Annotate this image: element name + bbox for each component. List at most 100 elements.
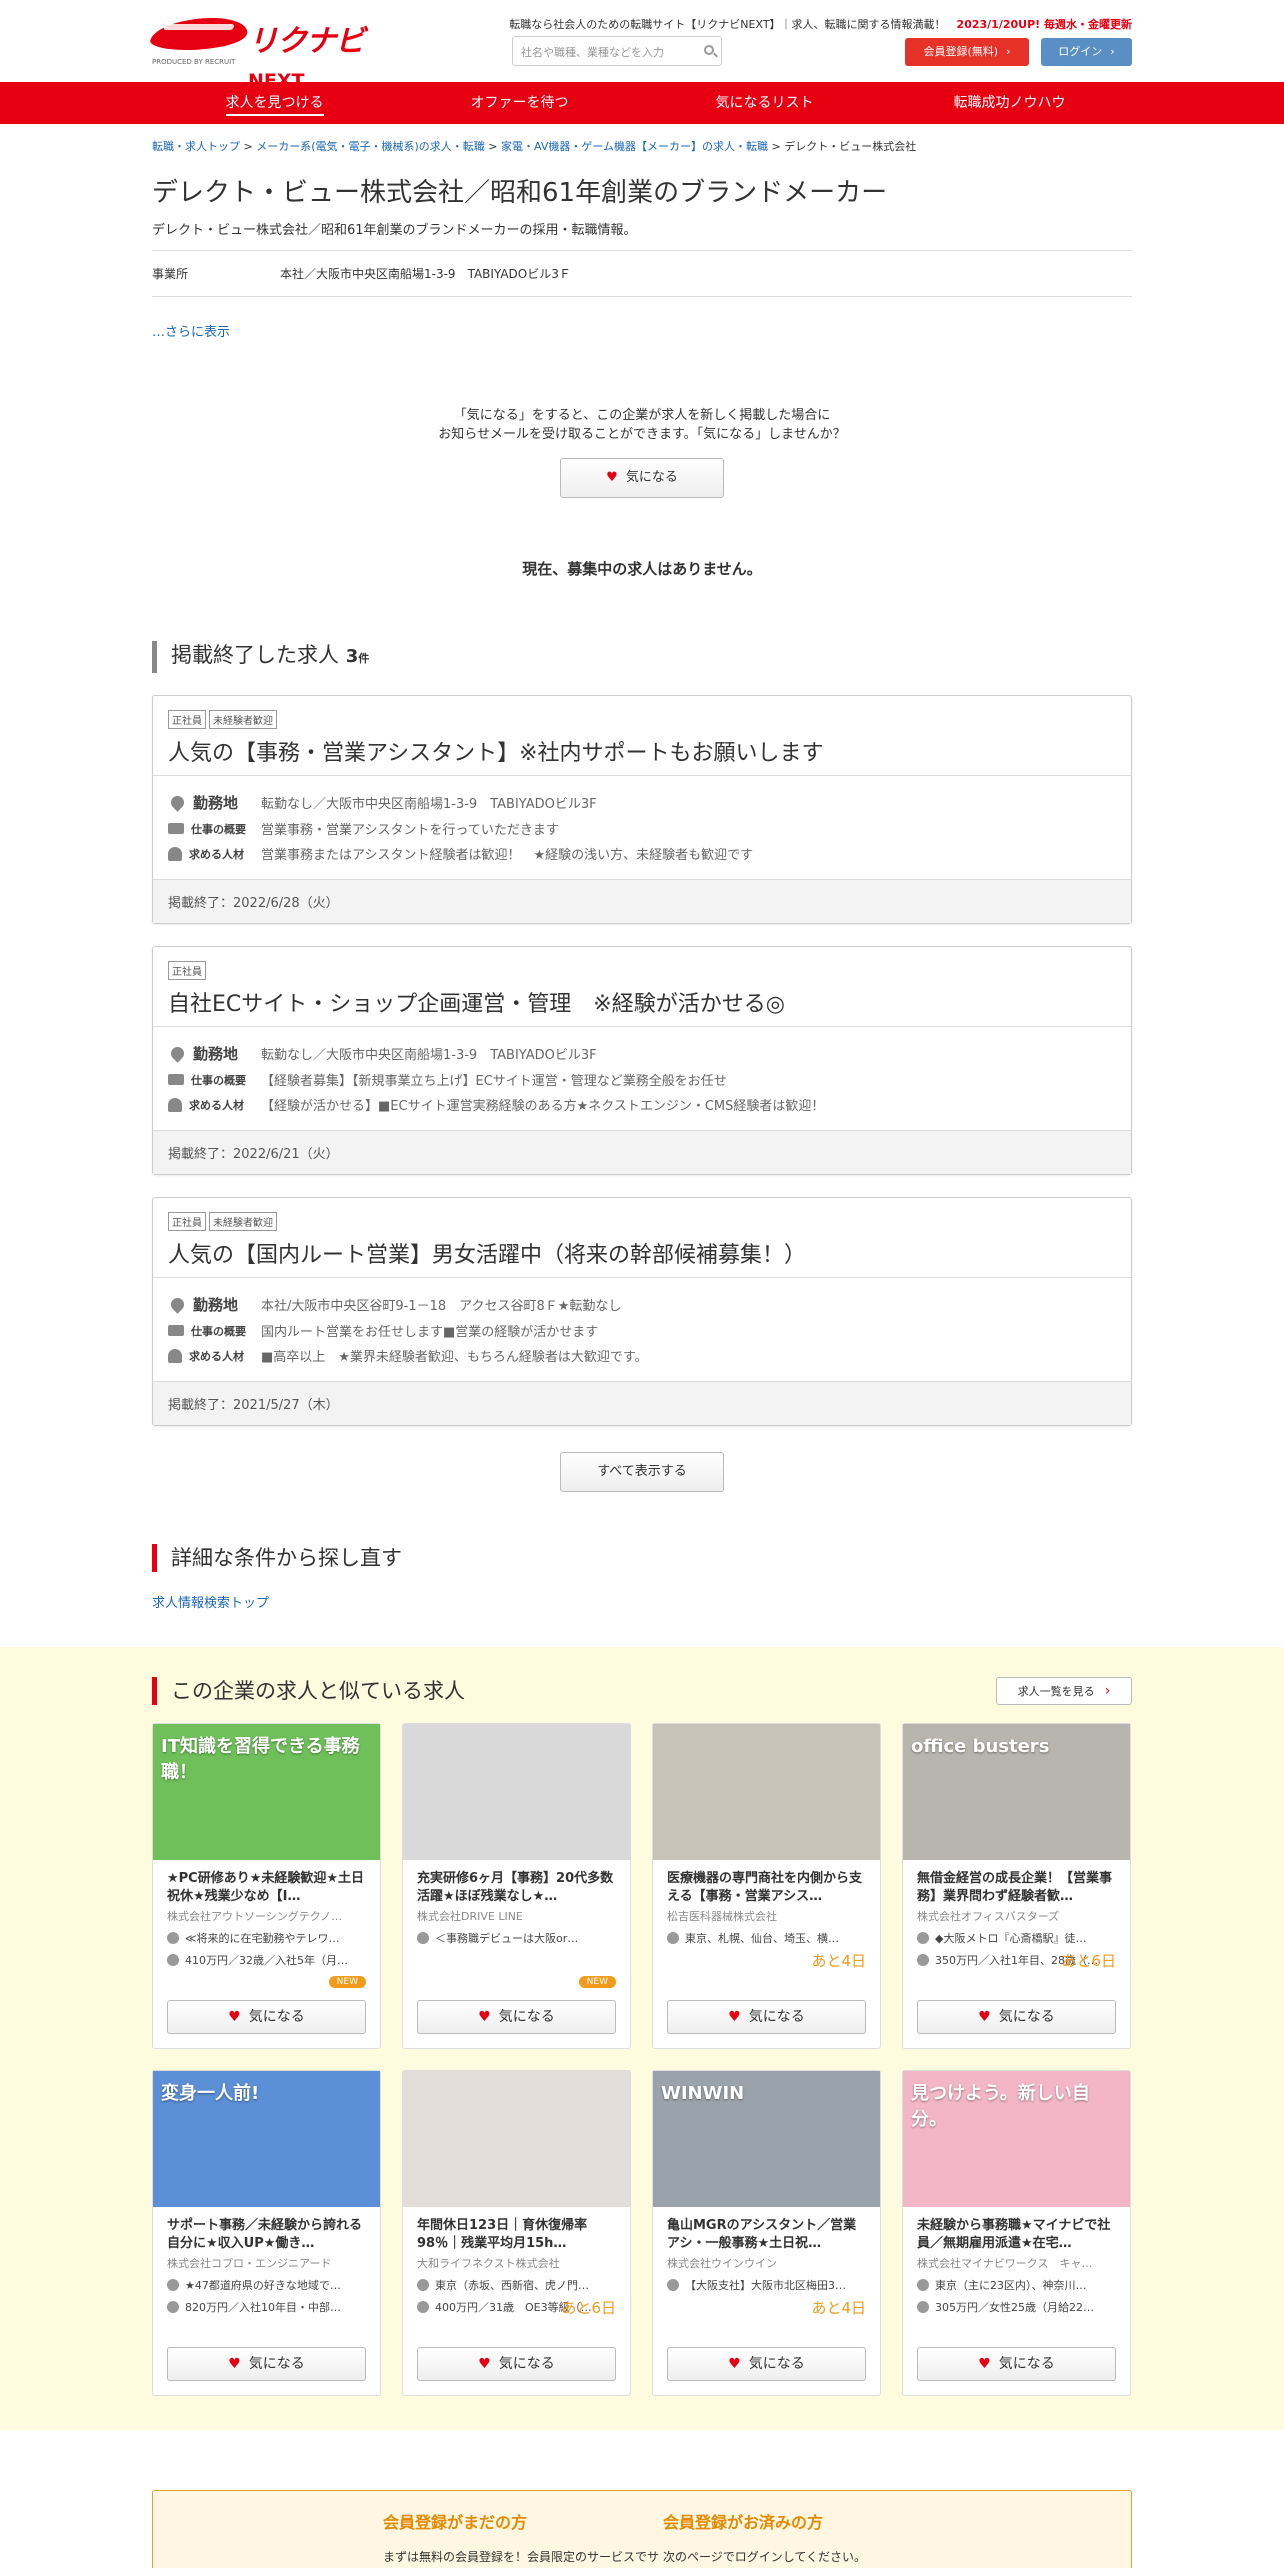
job-photo[interactable] [403, 1724, 630, 1860]
person-icon [168, 1348, 182, 1363]
ended-job-card[interactable]: 正社員 未経験者歓迎 人気の【事務・営業アシスタント】※社内サポートもお願いします… [152, 695, 1132, 924]
job-title[interactable]: 人気の【国内ルート営業】男女活躍中（将来の幹部候補募集！） [168, 1237, 1116, 1269]
nav-favorites[interactable]: 気になるリスト [642, 82, 887, 124]
days-left: あと6日 [1061, 1952, 1116, 1970]
job-requirement: 営業事務またはアシスタント経験者は歓迎！ ★経験の浅い方、未経験者も歓迎です [261, 848, 754, 863]
job-tags: 正社員 未経験者歓迎 [168, 710, 1116, 729]
login-button[interactable]: ログイン [1041, 38, 1132, 66]
nav-wait-offers[interactable]: オファーを待つ [397, 82, 642, 124]
breadcrumb-manufacturer[interactable]: メーカー系(電気・電子・機械系)の求人・転職 [256, 140, 485, 153]
search-icon[interactable] [704, 45, 714, 55]
similar-job-title[interactable]: サポート事務／未経験から誇れる自分に★収入UP★働き… [167, 2217, 366, 2253]
similar-job-title[interactable]: 無借金経営の成長企業！【営業事務】業界問わず経験者歓… [917, 1870, 1116, 1906]
similar-job-card[interactable]: IT知識を習得できる事務職！ ★PC研修あり★未経験歓迎★土日祝休★残業少なめ【… [152, 1723, 381, 2049]
breadcrumb-current: デレクト・ビュー株式会社 [784, 140, 917, 153]
similar-favorite-button[interactable]: ♥ 気になる [667, 2000, 866, 2034]
person-icon [168, 1097, 182, 1112]
location-pin-icon [667, 2279, 679, 2291]
produced-by: PRODUCED BY RECRUIT [152, 58, 236, 66]
job-photo[interactable]: office busters [903, 1724, 1130, 1860]
job-photo[interactable]: 見つけよう。新しい自分。 [903, 2071, 1130, 2207]
similar-job-card[interactable]: WINWIN 亀山MGRのアシスタント／営業アシ・一般事務★土日祝… 株式会社ウ… [652, 2070, 881, 2396]
similar-favorite-button[interactable]: ♥ 気になる [417, 2000, 616, 2034]
card-image-caption: 見つけよう。新しい自分。 [911, 2083, 1090, 2130]
heart-icon: ♥ [228, 2356, 241, 2372]
job-ended-date: 掲載終了：2021/5/27（木） [153, 1381, 1131, 1425]
job-requirement: ■高卒以上 ★業界未経験者歓迎、もちろん経験者は大歓迎です。 [261, 1350, 648, 1365]
site-header: リクナビNEXT PRODUCED BY RECRUIT 転職なら社会人のための… [0, 0, 1284, 124]
register-button[interactable]: 会員登録(無料) [905, 38, 1029, 66]
heart-icon: ♥ [728, 2356, 741, 2372]
ended-job-card[interactable]: 正社員 未経験者歓迎 人気の【国内ルート営業】男女活躍中（将来の幹部候補募集！） … [152, 1197, 1132, 1426]
similar-job-title[interactable]: 充実研修6ヶ月【事務】20代多数活躍★ほぼ残業なし★… [417, 1870, 616, 1906]
job-title[interactable]: 自社ECサイト・ショップ企画運営・管理 ※経験が活かせる◎ [168, 986, 1116, 1018]
similar-favorite-button[interactable]: ♥ 気になる [167, 2347, 366, 2381]
register-new-col: 会員登録がまだの方 まずは無料の会員登録を！会員限定のサービスでサポートします。 [383, 2491, 663, 2568]
similar-job-title[interactable]: 医療機器の専門商社を内側から支える【事務・営業アシス… [667, 1870, 866, 1906]
heart-icon: ♥ [978, 2009, 991, 2025]
ended-job-card[interactable]: 正社員 自社ECサイト・ショップ企画運営・管理 ※経験が活かせる◎ 勤務地 転勤な… [152, 946, 1132, 1175]
location-pin-icon [917, 1932, 929, 1944]
similar-favorite-button[interactable]: ♥ 気になる [167, 2000, 366, 2034]
similar-job-card[interactable]: 医療機器の専門商社を内側から支える【事務・営業アシス… 松吉医科器械株式会社 東… [652, 1723, 881, 2049]
similar-favorite-button[interactable]: ♥ 気になる [417, 2347, 616, 2381]
similar-favorite-button[interactable]: ♥ 気になる [917, 2000, 1116, 2034]
similar-jobs-heading: この企業の求人と似ている求人 [152, 1677, 465, 1705]
job-tags: 正社員 未経験者歓迎 [168, 1212, 1116, 1231]
job-summary: 国内ルート営業をお任せします■営業の経験が活かせます [261, 1325, 599, 1340]
nav-knowhow[interactable]: 転職成功ノウハウ [887, 82, 1132, 124]
similar-job-card[interactable]: 充実研修6ヶ月【事務】20代多数活躍★ほぼ残業なし★… 株式会社DRIVE LI… [402, 1723, 631, 2049]
job-summary: 【経験者募集】【新規事業立ち上げ】ECサイト運営・管理など業務全般をお任せ [261, 1074, 727, 1089]
job-tag: 正社員 [168, 961, 206, 980]
job-tags: 正社員 [168, 961, 1116, 980]
similar-job-card[interactable]: 変身一人前! サポート事務／未経験から誇れる自分に★収入UP★働き… 株式会社コ… [152, 2070, 381, 2396]
keyword-search-input[interactable]: 社名や職種、業種などを入力 [512, 36, 722, 66]
similar-job-card[interactable]: 見つけよう。新しい自分。 未経験から事務職★マイナビで社員／無期雇用派遣★在宅…… [902, 2070, 1131, 2396]
heart-icon: ♥ [728, 2009, 741, 2025]
show-more-link[interactable]: …さらに表示 [152, 321, 1132, 340]
card-image-caption: WINWIN [661, 2083, 745, 2104]
favorite-note: 「気になる」をすると、この企業が求人を新しく掲載した場合に お知らせメールを受け… [438, 408, 846, 442]
similar-job-card[interactable]: 年間休日123日｜育休復帰率98％｜残業平均月15h… 大和ライフネクスト株式会… [402, 2070, 631, 2396]
rikunabi-logo[interactable]: リクナビNEXT PRODUCED BY RECRUIT [147, 14, 397, 92]
job-photo[interactable] [653, 1724, 880, 1860]
similar-favorite-button[interactable]: ♥ 気になる [917, 2347, 1116, 2381]
job-title[interactable]: 人気の【事務・営業アシスタント】※社内サポートもお願いします [168, 735, 1116, 767]
location-pin-icon [167, 2279, 179, 2291]
page-title: デレクト・ビュー株式会社／昭和61年創業のブランドメーカー [152, 178, 888, 208]
job-requirement: 【経験が活かせる】■ECサイト運営実務経験のある方★ネクストエンジン・CMS経験… [261, 1099, 825, 1114]
breadcrumb-appliance[interactable]: 家電・AV機器・ゲーム機器【メーカー】の求人・転職 [501, 140, 768, 153]
similar-job-company: 株式会社DRIVE LINE [417, 1910, 523, 1923]
similar-favorite-button[interactable]: ♥ 気になる [667, 2347, 866, 2381]
job-tag: 正社員 [168, 1212, 206, 1231]
job-ended-date: 掲載終了：2022/6/28（火） [153, 879, 1131, 923]
days-left: あと4日 [811, 1952, 866, 1970]
job-list-button[interactable]: 求人一覧を見る [996, 1677, 1132, 1705]
job-photo[interactable]: 変身一人前! [153, 2071, 380, 2207]
show-all-button[interactable]: すべて表示する [560, 1452, 724, 1492]
similar-job-company: 大和ライフネクスト株式会社 [417, 2257, 560, 2270]
site-tagline: 転職なら社会人のための転職サイト【リクナビNEXT】｜求人、転職に関する情報満載… [509, 18, 1132, 31]
job-photo[interactable] [403, 2071, 630, 2207]
yen-icon [917, 2301, 929, 2313]
similar-job-title[interactable]: ★PC研修あり★未経験歓迎★土日祝休★残業少なめ【I… [167, 1870, 366, 1906]
briefcase-icon [168, 1325, 184, 1336]
similar-job-card[interactable]: office busters 無借金経営の成長企業！【営業事務】業界問わず経験者… [902, 1723, 1131, 2049]
similar-job-title[interactable]: 年間休日123日｜育休復帰率98％｜残業平均月15h… [417, 2217, 616, 2253]
register-member-text: 次のページでログインしてください。 [663, 2550, 867, 2564]
new-badge: NEW [578, 1976, 616, 1988]
job-photo[interactable]: WINWIN [653, 2071, 880, 2207]
heart-icon: ♥ [978, 2356, 991, 2372]
location-pin-icon [168, 793, 187, 812]
card-image-caption: IT知識を習得できる事務職！ [161, 1736, 360, 1783]
search-top-link[interactable]: 求人情報検索トップ [152, 1592, 1132, 1611]
job-location: 本社/大阪市中央区谷町9-1－18 アクセス谷町8Ｆ★転勤なし [261, 1299, 622, 1314]
similar-job-title[interactable]: 未経験から事務職★マイナビで社員／無期雇用派遣★在宅… [917, 2217, 1116, 2253]
job-photo[interactable]: IT知識を習得できる事務職！ [153, 1724, 380, 1860]
location-pin-icon [417, 1932, 429, 1944]
job-location: 転勤なし／大阪市中央区南船場1-3-9 TABIYADOビル3F [261, 1048, 597, 1063]
company-favorite-button[interactable]: ♥ 気になる [560, 458, 724, 498]
breadcrumb-top[interactable]: 転職・求人トップ [152, 140, 240, 153]
similar-job-title[interactable]: 亀山MGRのアシスタント／営業アシ・一般事務★土日祝… [667, 2217, 866, 2253]
new-badge: NEW [328, 1976, 366, 1988]
